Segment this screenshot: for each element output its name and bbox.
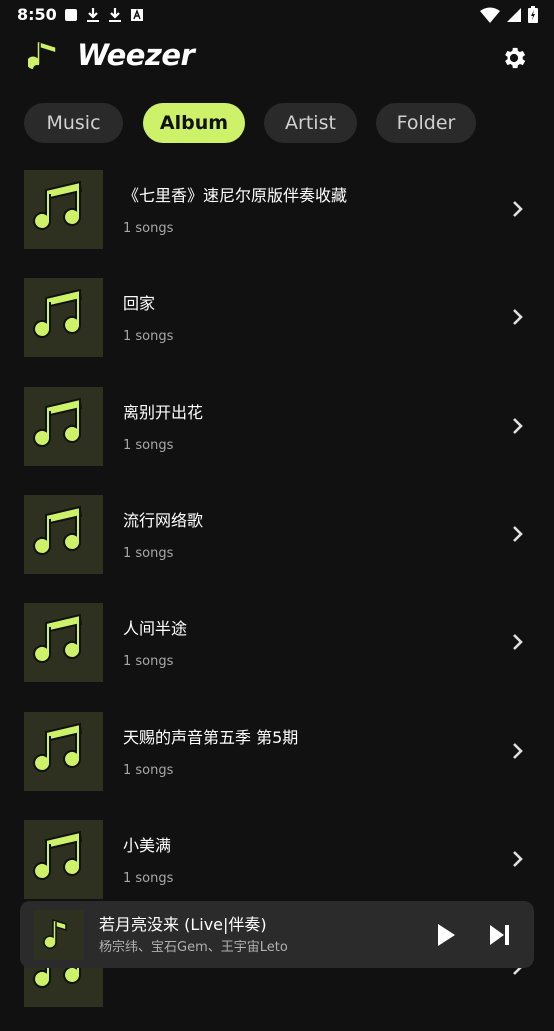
app-header: Weezer: [0, 30, 554, 88]
player-title: 若月亮没来 (Live|伴奏): [99, 915, 267, 934]
album-title: 回家: [123, 294, 156, 313]
album-song-count: 1 songs: [123, 221, 174, 236]
album-cover: [24, 820, 103, 899]
status-icons-left: [64, 7, 144, 23]
skip-next-icon: [490, 925, 509, 945]
album-row[interactable]: 回家 1 songs: [0, 273, 554, 381]
player-cover: [34, 910, 84, 960]
album-song-count: 1 songs: [123, 329, 174, 344]
album-row[interactable]: 人间半途 1 songs: [0, 598, 554, 706]
album-cover: [24, 278, 103, 357]
chevron-right-icon-wrap: [510, 741, 526, 761]
album-title: 小美满: [123, 836, 172, 855]
mini-player[interactable]: 若月亮没来 (Live|伴奏) 杨宗纬、宝石Gem、王宇宙Leto: [20, 901, 534, 968]
signal-icon: [507, 7, 521, 22]
tab-folder[interactable]: Folder: [376, 103, 476, 143]
chevron-right-icon-wrap: [510, 307, 526, 327]
music-note-icon: [33, 505, 82, 555]
album-song-count: 1 songs: [123, 654, 174, 669]
chevron-right-icon-wrap: [510, 199, 526, 219]
music-note-icon: [33, 830, 82, 880]
download-icon: [109, 8, 121, 22]
album-cover: [24, 603, 103, 682]
album-row[interactable]: 《七里香》速尼尔原版伴奏收藏 1 songs: [0, 165, 554, 273]
gear-icon: [505, 47, 526, 69]
player-artist: 杨宗纬、宝石Gem、王宇宙Leto: [99, 940, 288, 955]
tab-artist[interactable]: Artist: [264, 103, 357, 143]
album-row[interactable]: 离别开出花 1 songs: [0, 382, 554, 490]
status-time: 8:50: [17, 5, 57, 24]
play-button[interactable]: [428, 919, 464, 951]
stop-square-icon: [65, 9, 77, 21]
album-cover: [24, 712, 103, 791]
chevron-right-icon: [513, 526, 523, 542]
tab-music[interactable]: Music: [24, 103, 123, 143]
chevron-right-icon: [513, 309, 523, 325]
album-title: 《七里香》速尼尔原版伴奏收藏: [123, 186, 348, 205]
chevron-right-icon: [513, 851, 523, 867]
album-row[interactable]: 流行网络歌 1 songs: [0, 490, 554, 598]
wifi-icon: [480, 7, 500, 23]
music-note-icon: [33, 722, 82, 772]
album-title: 天赐的声音第五季 第5期: [123, 728, 299, 747]
music-note-icon: [33, 397, 82, 447]
chevron-right-icon: [513, 418, 523, 434]
chevron-right-icon-wrap: [510, 416, 526, 436]
play-icon: [438, 924, 455, 946]
music-note-icon: [33, 288, 82, 338]
album-cover: [24, 495, 103, 574]
chevron-right-icon-wrap: [510, 632, 526, 652]
album-cover: [24, 170, 103, 249]
music-note-icon: [28, 39, 57, 73]
album-title: 流行网络歌: [123, 511, 204, 530]
chevron-right-icon: [513, 743, 523, 759]
skip-next-button[interactable]: [482, 919, 518, 951]
chevron-right-icon: [513, 201, 523, 217]
status-bar: 8:50: [0, 0, 554, 30]
music-note-icon: [33, 180, 82, 230]
music-note-icon: [43, 918, 67, 949]
battery-icon: [528, 6, 538, 23]
album-song-count: 1 songs: [123, 546, 174, 561]
album-row[interactable]: 天赐的声音第五季 第5期 1 songs: [0, 707, 554, 815]
status-icons-right: [480, 6, 538, 23]
download-icon: [87, 8, 99, 22]
album-song-count: 1 songs: [123, 871, 174, 886]
chevron-right-icon-wrap: [510, 524, 526, 544]
album-cover: [24, 387, 103, 466]
album-title: 人间半途: [123, 619, 188, 638]
album-song-count: 1 songs: [123, 438, 174, 453]
tab-album[interactable]: Album: [143, 103, 245, 143]
app-title: Weezer: [77, 38, 195, 72]
chevron-right-icon: [513, 634, 523, 650]
chevron-right-icon-wrap: [510, 849, 526, 869]
text-a-icon: [131, 9, 143, 21]
album-title: 离别开出花: [123, 403, 204, 422]
music-note-icon: [33, 613, 82, 663]
album-song-count: 1 songs: [123, 763, 174, 778]
settings-button[interactable]: [496, 40, 532, 76]
